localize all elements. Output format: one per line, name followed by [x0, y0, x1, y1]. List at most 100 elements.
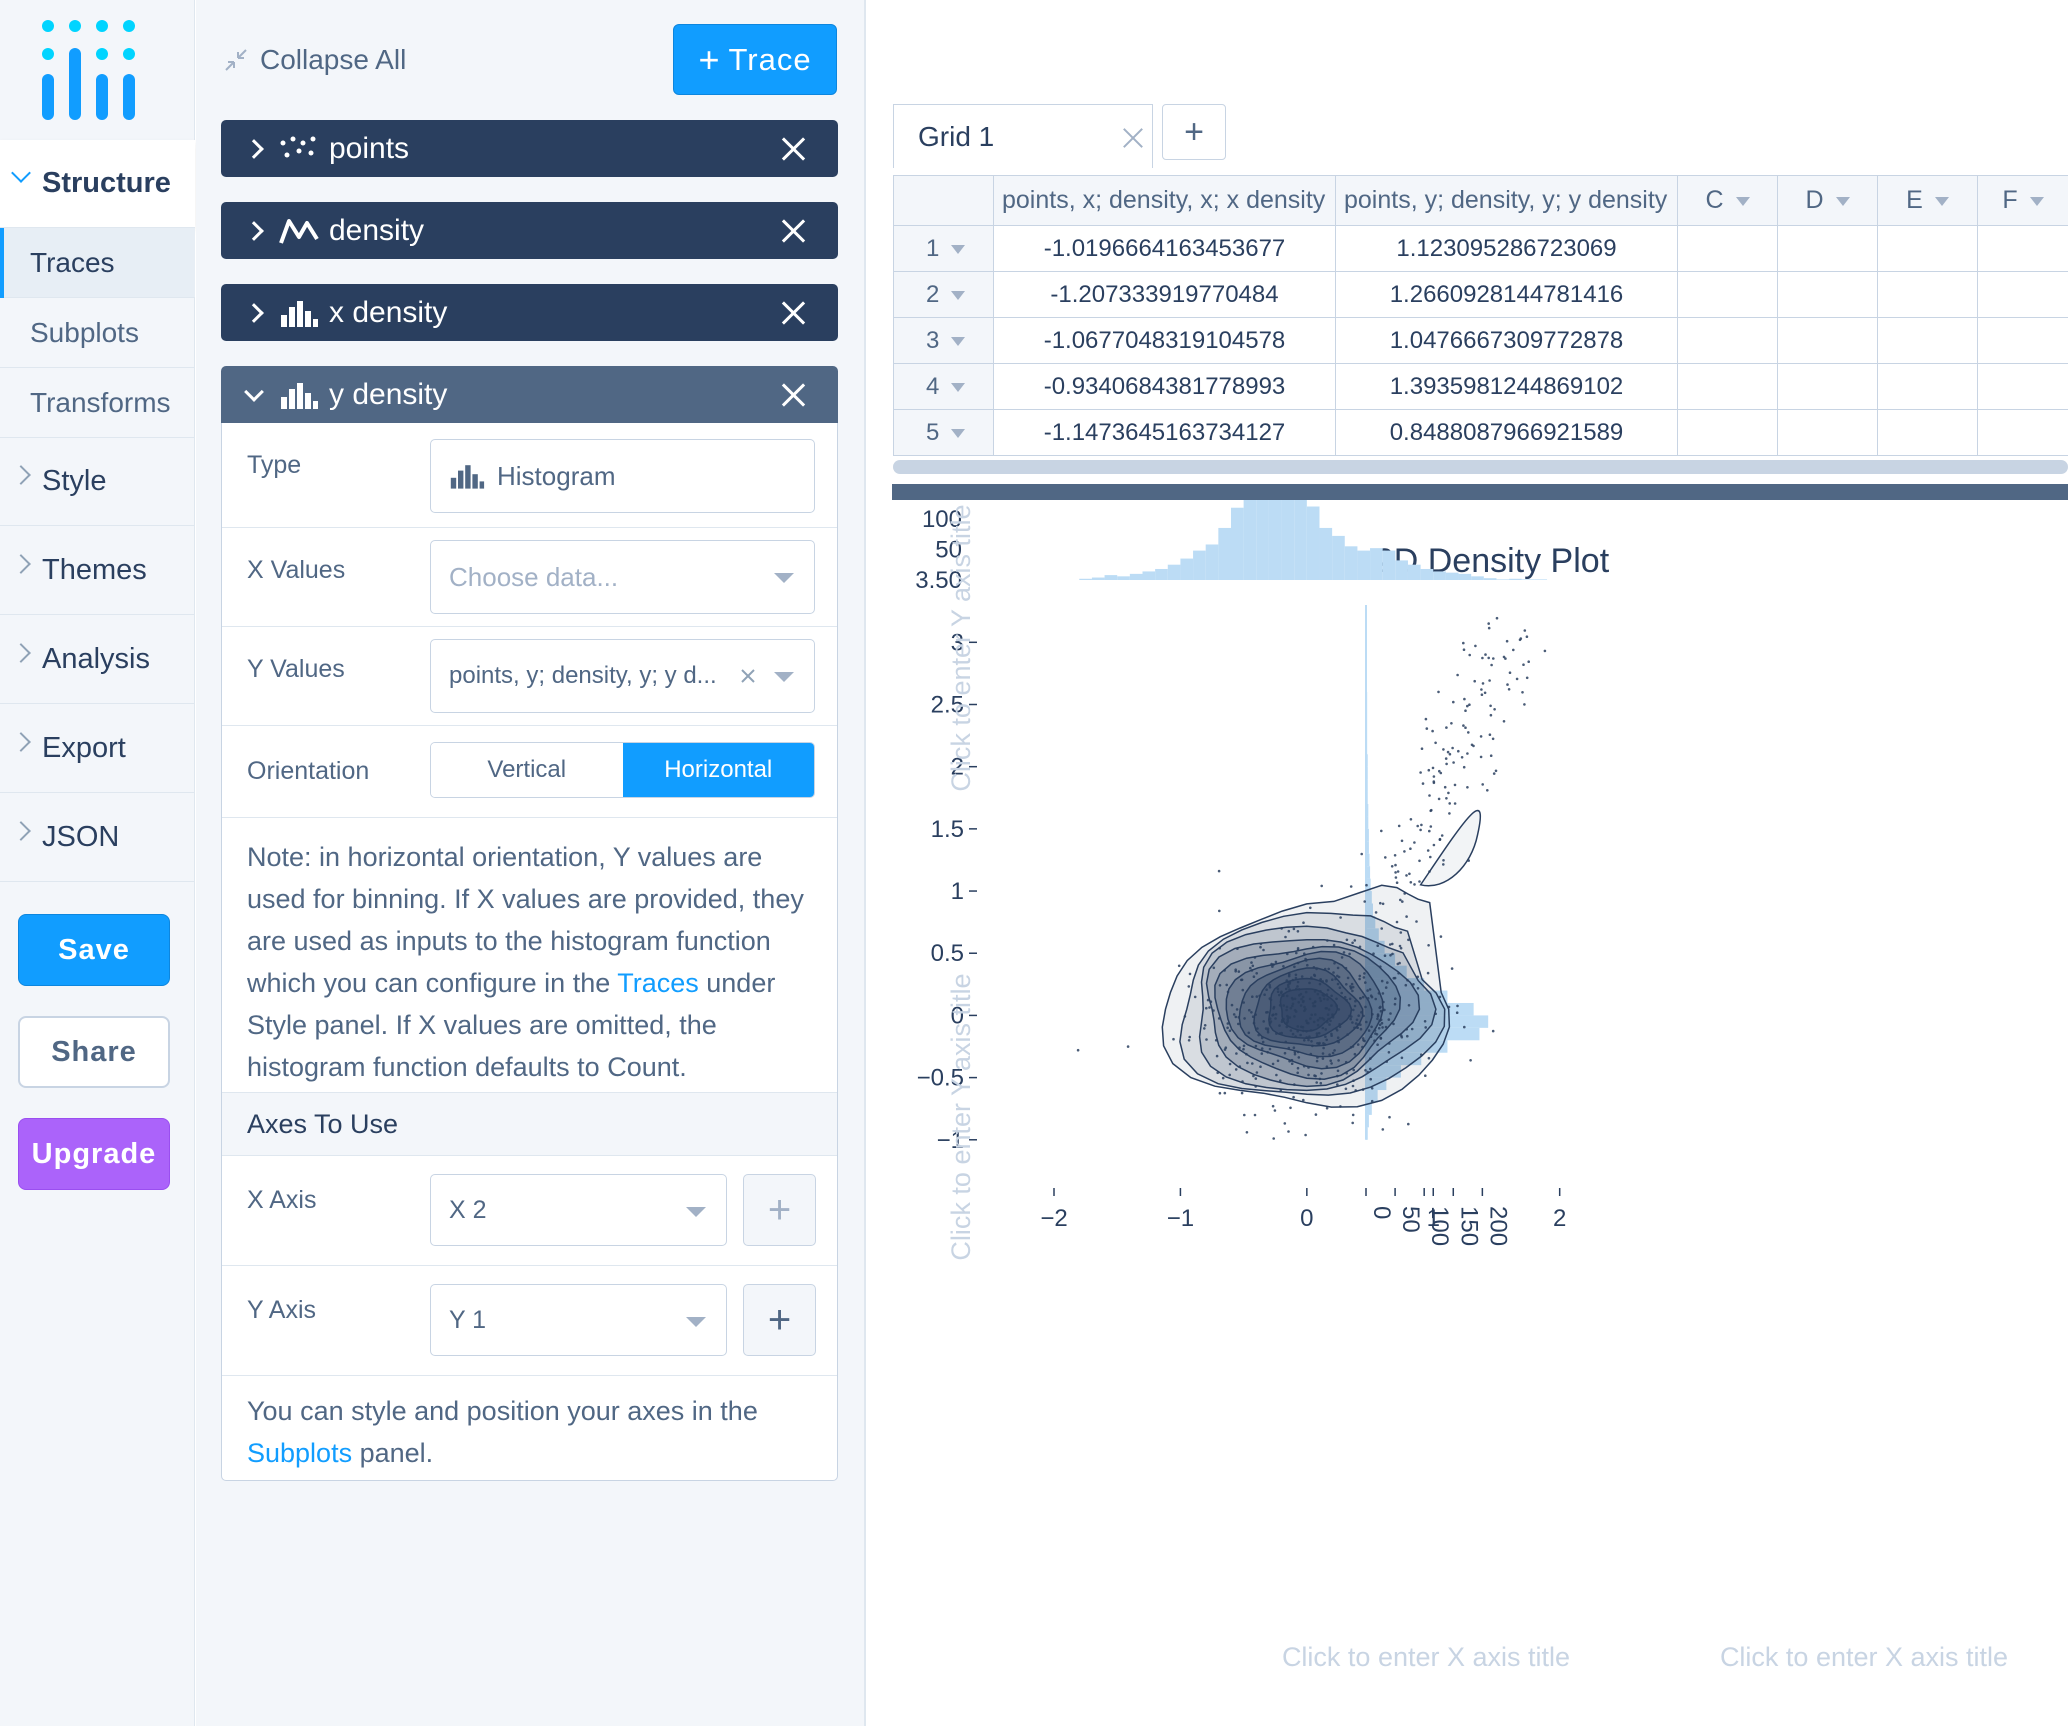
close-icon[interactable] [1122, 127, 1144, 149]
grid-tab[interactable]: Grid 1 [893, 104, 1153, 168]
trace-header-x-density[interactable]: x density [221, 284, 838, 341]
x-axis-title-side[interactable]: Click to enter X axis title [1720, 1642, 2008, 1672]
close-icon[interactable] [780, 382, 806, 408]
orientation-vertical[interactable]: Vertical [431, 743, 623, 797]
grid-cell[interactable]: -1.207333919770484 [993, 271, 1336, 318]
nav-json[interactable]: JSON [0, 794, 195, 882]
type-value: Histogram [497, 460, 616, 491]
horizontal-scrollbar[interactable] [893, 460, 2068, 474]
add-grid-button[interactable]: + [1162, 104, 1226, 160]
scatter-point [1334, 977, 1337, 981]
chevron-down-icon[interactable] [951, 428, 966, 438]
grid-cell[interactable]: 1.3935981244869102 [1335, 363, 1678, 410]
x-values-dropdown[interactable]: Choose data... [430, 540, 815, 614]
row-number[interactable]: 3 [893, 317, 994, 364]
column-header[interactable]: C [1677, 175, 1778, 226]
subplots-link[interactable]: Subplots [247, 1438, 352, 1468]
grid-cell[interactable] [1777, 317, 1878, 364]
row-number[interactable]: 2 [893, 271, 994, 318]
trace-header-density[interactable]: density [221, 202, 838, 259]
column-header[interactable]: E [1877, 175, 1978, 226]
grid-cell[interactable] [1877, 409, 1978, 456]
orientation-horizontal[interactable]: Horizontal [622, 743, 814, 797]
grid-cell[interactable] [1677, 363, 1778, 410]
grid-cell[interactable] [1677, 271, 1778, 318]
trace-header-points[interactable]: points [221, 120, 838, 177]
grid-cell[interactable] [1677, 225, 1778, 272]
grid-cell[interactable]: 1.123095286723069 [1335, 225, 1678, 272]
close-icon[interactable] [780, 218, 806, 244]
traces-link[interactable]: Traces [617, 968, 699, 998]
grid-cell[interactable]: -1.1473645163734127 [993, 409, 1336, 456]
add-trace-button[interactable]: + Trace [673, 24, 837, 95]
y-axis-title-main[interactable]: Click to enter Y axis title [946, 973, 976, 1260]
grid-cell[interactable] [1777, 271, 1878, 318]
grid-cell[interactable]: 1.0476667309772878 [1335, 317, 1678, 364]
row-number[interactable]: 4 [893, 363, 994, 410]
type-field: Type Histogram [222, 423, 837, 528]
y-axis-title-top[interactable]: Click to enter Y axis title [946, 504, 976, 791]
chevron-down-icon[interactable] [1835, 196, 1850, 206]
row-number[interactable]: 5 [893, 409, 994, 456]
column-header[interactable]: points, y; density, y; y density [1335, 175, 1678, 226]
grid-cell[interactable]: 1.2660928144781416 [1335, 271, 1678, 318]
share-button[interactable]: Share [18, 1016, 170, 1088]
column-header[interactable]: D [1777, 175, 1878, 226]
close-icon[interactable] [780, 136, 806, 162]
grid-cell[interactable] [1877, 363, 1978, 410]
nav-analysis[interactable]: Analysis [0, 616, 195, 704]
y-values-dropdown[interactable]: points, y; density, y; y d... [430, 639, 815, 713]
chevron-down-icon[interactable] [951, 244, 966, 254]
chevron-down-icon[interactable] [2029, 196, 2044, 206]
x-axis-title-main[interactable]: Click to enter X axis title [1282, 1642, 1570, 1672]
nav-sub-transforms[interactable]: Transforms [0, 368, 195, 438]
scatter-point [1356, 1026, 1359, 1029]
grid-cell[interactable]: -1.0677048319104578 [993, 317, 1336, 364]
x-axis-dropdown[interactable]: X 2 [430, 1174, 727, 1246]
nav-export[interactable]: Export [0, 705, 195, 793]
grid-cell[interactable] [1977, 317, 2068, 364]
grid-cell[interactable]: -0.9340684381778993 [993, 363, 1336, 410]
nav-style[interactable]: Style [0, 438, 195, 526]
grid-cell[interactable] [1777, 225, 1878, 272]
grid-cell[interactable] [1877, 271, 1978, 318]
grid-cell[interactable] [1677, 317, 1778, 364]
save-button[interactable]: Save [18, 914, 170, 986]
grid-cell[interactable] [1777, 409, 1878, 456]
grid-cell[interactable] [1977, 225, 2068, 272]
grid-cell[interactable] [1977, 271, 2068, 318]
grid-plot-divider[interactable] [892, 484, 2068, 500]
collapse-all-button[interactable]: Collapse All [222, 44, 406, 76]
trace-header-y-density[interactable]: y density [221, 366, 838, 423]
grid-cell[interactable] [1877, 225, 1978, 272]
grid-cell[interactable] [1677, 409, 1778, 456]
chevron-down-icon[interactable] [951, 336, 966, 346]
add-y-axis-button[interactable]: + [743, 1284, 816, 1356]
y-axis-dropdown[interactable]: Y 1 [430, 1284, 727, 1356]
chevron-down-icon[interactable] [1934, 196, 1949, 206]
chevron-down-icon[interactable] [951, 382, 966, 392]
type-selector[interactable]: Histogram [430, 439, 815, 513]
nav-themes[interactable]: Themes [0, 527, 195, 615]
nav-sub-traces[interactable]: Traces [0, 228, 195, 298]
nav-sub-subplots[interactable]: Subplots [0, 298, 195, 368]
grid-cell[interactable]: -1.0196664163453677 [993, 225, 1336, 272]
grid-cell[interactable] [1977, 409, 2068, 456]
scatter-point [1445, 762, 1448, 766]
grid-cell[interactable]: 0.8488087966921589 [1335, 409, 1678, 456]
chevron-down-icon[interactable] [951, 290, 966, 300]
column-header[interactable]: F [1977, 175, 2068, 226]
scatter-point [1255, 995, 1259, 998]
column-header[interactable]: points, x; density, x; x density [993, 175, 1336, 226]
upgrade-button[interactable]: Upgrade [18, 1118, 170, 1190]
scatter-point [1371, 1013, 1374, 1016]
nav-structure[interactable]: Structure [0, 140, 195, 228]
grid-cell[interactable] [1977, 363, 2068, 410]
close-icon[interactable] [780, 300, 806, 326]
add-x-axis-button[interactable]: + [743, 1174, 816, 1246]
clear-icon[interactable] [740, 668, 756, 684]
grid-cell[interactable] [1877, 317, 1978, 364]
row-number[interactable]: 1 [893, 225, 994, 272]
grid-cell[interactable] [1777, 363, 1878, 410]
chevron-down-icon[interactable] [1735, 196, 1750, 206]
